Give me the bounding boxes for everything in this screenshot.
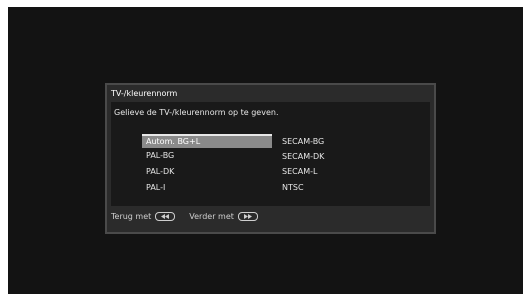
- tv-color-standard-dialog: TV-/kleurennorm Gelieve de TV-/kleurenno…: [105, 83, 436, 234]
- option-ntsc[interactable]: NTSC: [282, 181, 304, 195]
- option-pal-i[interactable]: PAL-I: [146, 181, 165, 195]
- back-label: Terug met: [111, 212, 152, 221]
- option-secam-bg[interactable]: SECAM-BG: [282, 135, 324, 149]
- option-secam-dk[interactable]: SECAM-DK: [282, 150, 324, 164]
- back-hint[interactable]: Terug met: [111, 212, 176, 221]
- option-autom-bg-l[interactable]: Autom. BG+L: [142, 134, 272, 148]
- option-pal-dk[interactable]: PAL-DK: [146, 165, 174, 179]
- option-secam-l[interactable]: SECAM-L: [282, 165, 317, 179]
- dialog-footer: Terug met Verder met: [111, 212, 272, 221]
- dialog-prompt: Gelieve de TV-/kleurennorm op te geven.: [114, 108, 279, 117]
- dialog-body: Gelieve de TV-/kleurennorm op te geven. …: [111, 102, 430, 206]
- next-hint[interactable]: Verder met: [189, 212, 258, 221]
- dialog-title: TV-/kleurennorm: [111, 89, 178, 98]
- option-pal-bg[interactable]: PAL-BG: [146, 149, 174, 163]
- next-label: Verder met: [189, 212, 234, 221]
- rewind-button-icon: [155, 212, 176, 221]
- forward-button-icon: [237, 212, 258, 221]
- tv-screen: TV-/kleurennorm Gelieve de TV-/kleurenno…: [8, 7, 523, 294]
